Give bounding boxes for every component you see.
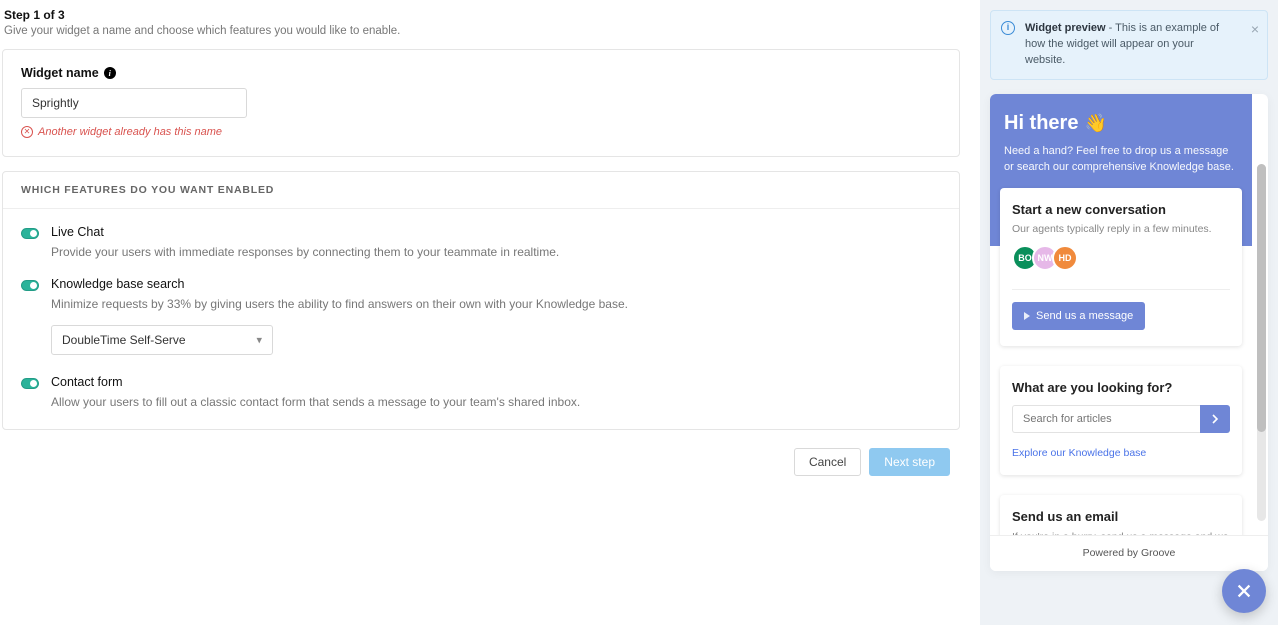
cancel-button[interactable]: Cancel [794, 448, 861, 476]
step-title: Step 1 of 3 [4, 8, 960, 22]
search-title: What are you looking for? [1012, 380, 1230, 395]
feature-title-contact-form: Contact form [51, 375, 941, 389]
kb-link[interactable]: Explore our Knowledge base [1012, 447, 1230, 459]
info-icon[interactable]: i [104, 67, 116, 79]
divider [1012, 289, 1230, 290]
error-icon: ✕ [21, 126, 33, 138]
widget-name-input[interactable] [21, 88, 247, 118]
send-message-button[interactable]: Send us a message [1012, 302, 1145, 330]
search-go-button[interactable] [1200, 405, 1230, 433]
email-title: Send us an email [1012, 509, 1230, 524]
email-card: Send us an email If you're in a hurry, s… [1000, 495, 1242, 535]
conversation-title: Start a new conversation [1012, 202, 1230, 217]
powered-by: Powered by Groove [990, 535, 1268, 571]
kb-select[interactable]: DoubleTime Self-Serve ▾ [51, 325, 273, 355]
kb-select-value: DoubleTime Self-Serve [62, 333, 186, 347]
send-icon [1024, 312, 1030, 320]
scrollbar-track[interactable] [1257, 164, 1266, 521]
widget-greeting: Hi there [1004, 112, 1078, 135]
preview-banner-label: Widget preview [1025, 22, 1106, 34]
conversation-sub: Our agents typically reply in a few minu… [1012, 223, 1230, 235]
send-message-label: Send us a message [1036, 310, 1133, 322]
search-card: What are you looking for? Explore our Kn… [1000, 366, 1242, 475]
widget-name-label: Widget name [21, 66, 99, 80]
feature-desc-contact-form: Allow your users to fill out a classic c… [51, 393, 941, 411]
step-subtitle: Give your widget a name and choose which… [4, 25, 960, 37]
wave-icon: 👋 [1084, 113, 1106, 134]
chevron-right-icon [1210, 414, 1220, 424]
feature-title-kb-search: Knowledge base search [51, 277, 941, 291]
toggle-kb-search[interactable] [21, 280, 39, 291]
widget-greeting-sub: Need a hand? Feel free to drop us a mess… [1004, 143, 1238, 176]
widget-name-error: Another widget already has this name [38, 126, 222, 138]
toggle-contact-form[interactable] [21, 378, 39, 389]
close-icon[interactable]: × [1251, 19, 1259, 39]
features-heading: WHICH FEATURES DO YOU WANT ENABLED [3, 172, 959, 209]
widget-preview: Hi there 👋 Need a hand? Feel free to dro… [990, 94, 1268, 571]
close-icon [1235, 582, 1253, 600]
feature-title-live-chat: Live Chat [51, 225, 941, 239]
feature-desc-kb-search: Minimize requests by 33% by giving users… [51, 295, 941, 313]
chevron-down-icon: ▾ [256, 334, 262, 347]
widget-close-fab[interactable] [1222, 569, 1266, 613]
feature-desc-live-chat: Provide your users with immediate respon… [51, 243, 941, 261]
avatar: HD [1052, 245, 1078, 271]
search-input[interactable] [1012, 405, 1200, 433]
info-icon: i [1001, 21, 1015, 35]
preview-banner: i Widget preview - This is an example of… [990, 10, 1268, 80]
conversation-card: Start a new conversation Our agents typi… [1000, 188, 1242, 346]
next-step-button[interactable]: Next step [869, 448, 950, 476]
toggle-live-chat[interactable] [21, 228, 39, 239]
scrollbar-thumb[interactable] [1257, 164, 1266, 432]
